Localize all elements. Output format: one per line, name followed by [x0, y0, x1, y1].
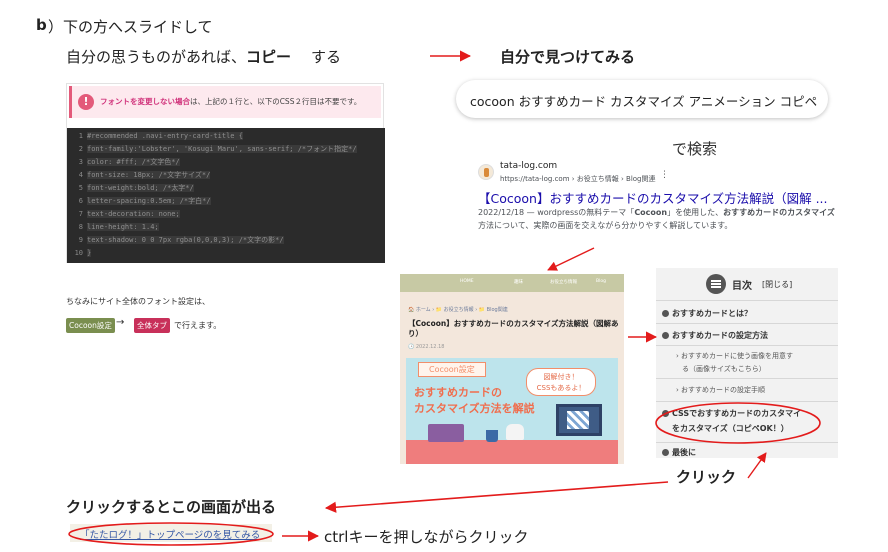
bullet-icon [662, 332, 669, 339]
step-line2: 自分の思うものがあれば、コピー する [66, 46, 341, 67]
code-line: 5 font-weight:bold; /*太字*/ [78, 184, 194, 192]
image-tag: Cocoon設定 [418, 362, 486, 377]
code-line: 6 letter-spacing:0.5em; /*字白*/ [78, 197, 211, 205]
table-of-contents: 目次 [閉じる] おすすめカードとは？ おすすめカードの設定方法 › おすすめカ… [656, 268, 838, 458]
nav-item[interactable]: Blog [596, 279, 606, 284]
font-settings-tail: で行えます。 [174, 321, 222, 330]
code-line: 4 font-size: 18px; /*文字サイズ*/ [78, 171, 211, 179]
divider [656, 300, 838, 301]
toc-close-button[interactable]: [閉じる] [762, 279, 792, 290]
nav-item[interactable]: HOME [460, 279, 474, 284]
nav-item[interactable]: 趣味 [514, 279, 523, 285]
toc-item-css-customize[interactable]: CSSでおすすめカードのカスタマイ をカスタマイズ（コピペOK！） [662, 406, 801, 436]
click-label: クリック [676, 468, 737, 486]
find-yourself-label: 自分で見つけてみる [500, 48, 636, 66]
code-line: 1 #recommended .navi-entry-card-title { [78, 132, 243, 140]
toc-sub-item[interactable]: › おすすめカードに使う画像を用意す る（画像サイズもこちら） [676, 350, 793, 376]
nav-item[interactable]: お役立ち情報 [550, 279, 577, 285]
desk-illustration [406, 440, 618, 464]
code-line: 8 line-height: 1.4; [78, 223, 159, 231]
image-heading-2: カスタマイズ方法を解説 [414, 402, 535, 415]
warning-icon: ! [78, 94, 94, 110]
code-block[interactable]: 1 #recommended .navi-entry-card-title { 2… [67, 128, 385, 263]
result-title-link[interactable]: 【Cocoon】おすすめカードのカスタマイズ方法解説（図解 ... [478, 188, 828, 207]
bullet-icon [662, 449, 669, 456]
result-breadcrumb[interactable]: https://tata-log.com › お役立ち情報 › Blog関連 [500, 174, 656, 184]
code-line: 7 text-decoration: none; [78, 210, 180, 218]
site-favicon-icon [478, 164, 494, 180]
search-query[interactable]: cocoon おすすめカード カスタマイズ アニメーション コピペ [470, 91, 817, 110]
code-line: 2 font-family:'Lobster', 'Kosugi Maru', s… [78, 145, 357, 153]
ctrl-click-label: ctrlキーを押しながらクリック [324, 528, 529, 546]
screen-appears-label: クリックするとこの画面が出る [66, 498, 277, 516]
step-label: b [36, 16, 47, 34]
top-page-link[interactable]: 「たたログ！」トップページのを見てみる [80, 527, 260, 541]
warning-bar: ! フォントを変更しない場合は、上記の１行と、以下のCSS２行目は不要です。 [69, 86, 381, 118]
warning-text: フォントを変更しない場合は、上記の１行と、以下のCSS２行目は不要です。 [100, 96, 361, 107]
step-line2-suffix: する [311, 48, 342, 66]
css-code-panel: ! フォントを変更しない場合は、上記の１行と、以下のCSS２行目は不要です。 1… [66, 83, 385, 263]
monitor-illustration [556, 404, 602, 436]
divider [656, 323, 838, 324]
arrow-to-screen-label [324, 481, 669, 513]
article-breadcrumb: 🏠 ホーム › 📁 お役立ち情報 › 📁 Blog関連 [408, 307, 508, 313]
article-eyecatch-image: Cocoon設定 図解付き！ CSSもあるよ！ おすすめカードの カスタマイズ方法… [406, 358, 618, 464]
arrow-to-article [547, 247, 595, 271]
font-settings-note: ちなみにサイト全体のフォント設定は、 [66, 297, 210, 306]
warning-rest: は、上記の１行と、以下のCSS２行目は不要です。 [190, 97, 362, 106]
laptop-illustration [428, 424, 464, 442]
more-options-icon[interactable]: ⋮ [660, 170, 669, 180]
article-nav-bar: HOME 趣味 お役立ち情報 Blog [400, 274, 624, 292]
copy-emphasis: コピー [246, 48, 292, 66]
toc-item[interactable]: 最後に [662, 447, 696, 458]
toc-item[interactable]: おすすめカードの設定方法 [662, 330, 768, 341]
toc-sub-item[interactable]: › おすすめカードの設定手順 [676, 384, 765, 397]
right-arrow-icon: → [116, 317, 125, 328]
image-heading-1: おすすめカードの [414, 386, 502, 399]
list-icon [706, 274, 726, 294]
cocoon-settings-badge: Cocoon設定 [66, 318, 115, 333]
code-line: 3 color: #fff; /*文字色*/ [78, 158, 180, 166]
divider [656, 442, 838, 443]
step-line1: ）下の方へスライドして [48, 18, 213, 36]
code-line: 9 text-shadow: 0 0 7px rgba(0,0,0,3); /*文… [78, 236, 284, 244]
step-line2-prefix: 自分の思うものがあれば、 [66, 48, 247, 66]
code-line: 10} [74, 249, 92, 257]
all-tab-badge: 全体タブ [134, 318, 170, 333]
article-date: 🕓 2022.12.18 [408, 344, 445, 350]
search-bar[interactable]: cocoon おすすめカード カスタマイズ アニメーション コピペ [456, 80, 828, 118]
result-snippet: 2022/12/18 — wordpressの無料テーマ「Cocoon」を使用し… [478, 208, 835, 230]
toc-title: 目次 [732, 281, 752, 292]
divider [656, 401, 838, 402]
article-title: 【Cocoon】おすすめカードのカスタマイズ方法解説（図解あり） [408, 319, 619, 338]
toc-item[interactable]: おすすめカードとは？ [662, 308, 752, 319]
warning-highlight: フォントを変更しない場合 [100, 97, 190, 106]
article-screenshot: HOME 趣味 お役立ち情報 Blog 🏠 ホーム › 📁 お役立ち情報 › 📁… [400, 274, 624, 464]
search-label: で検索 [672, 140, 718, 158]
divider [656, 378, 838, 379]
bullet-icon [662, 310, 669, 317]
image-speech-bubble: 図解付き！ CSSもあるよ！ [526, 368, 596, 396]
result-site-name[interactable]: tata-log.com [500, 161, 557, 171]
teapot-illustration [506, 424, 524, 440]
divider [656, 345, 838, 346]
cup-illustration [486, 430, 498, 442]
top-page-link-box: 「たたログ！」トップページのを見てみる [70, 524, 272, 542]
